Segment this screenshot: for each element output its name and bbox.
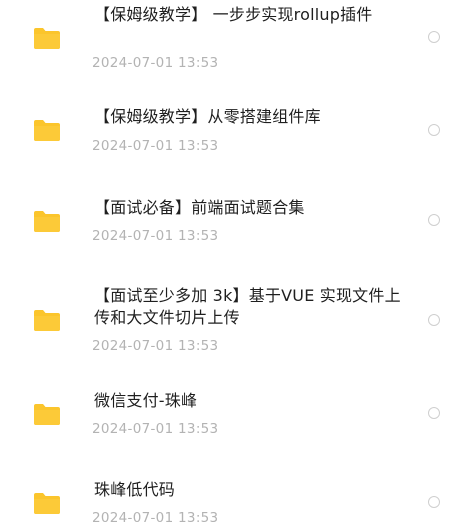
file-name: 微信支付-珠峰: [94, 391, 198, 410]
select-radio[interactable]: [428, 124, 440, 136]
file-date: 2024-07-01 13:53: [92, 510, 219, 526]
list-item[interactable]: 【保姆级教学】 一步步实现rollup插件 2024-07-01 13:53: [0, 0, 472, 88]
file-name: 珠峰低代码: [94, 480, 176, 499]
folder-icon: [32, 118, 62, 142]
list-item[interactable]: 【面试至少多加 3k】基于VUE 实现文件上传和大文件切片上传 2024-07-…: [0, 268, 472, 372]
file-date: 2024-07-01 13:53: [92, 138, 219, 154]
file-date: 2024-07-01 13:53: [92, 421, 219, 437]
file-name: 【保姆级教学】从零搭建组件库: [94, 107, 321, 126]
file-date: 2024-07-01 13:53: [92, 338, 219, 354]
select-radio[interactable]: [428, 214, 440, 226]
file-name: 【面试必备】前端面试题合集: [94, 198, 305, 217]
select-radio[interactable]: [428, 31, 440, 43]
list-item[interactable]: 珠峰低代码 2024-07-01 13:53: [0, 460, 472, 530]
file-name: 【面试至少多加 3k】基于VUE 实现文件上传和大文件切片上传: [94, 286, 401, 327]
list-item[interactable]: 【保姆级教学】从零搭建组件库 2024-07-01 13:53: [0, 88, 472, 178]
file-list: 【保姆级教学】 一步步实现rollup插件 2024-07-01 13:53 【…: [0, 0, 472, 530]
folder-icon: [32, 402, 62, 426]
file-date: 2024-07-01 13:53: [92, 55, 219, 71]
select-radio[interactable]: [428, 314, 440, 326]
list-item[interactable]: 【面试必备】前端面试题合集 2024-07-01 13:53: [0, 178, 472, 268]
file-name: 【保姆级教学】 一步步实现rollup插件: [94, 5, 373, 24]
folder-icon: [32, 209, 62, 233]
select-radio[interactable]: [428, 407, 440, 419]
list-item[interactable]: 微信支付-珠峰 2024-07-01 13:53: [0, 372, 472, 460]
folder-icon: [32, 26, 62, 50]
file-date: 2024-07-01 13:53: [92, 228, 219, 244]
select-radio[interactable]: [428, 496, 440, 508]
folder-icon: [32, 308, 62, 332]
folder-icon: [32, 491, 62, 515]
